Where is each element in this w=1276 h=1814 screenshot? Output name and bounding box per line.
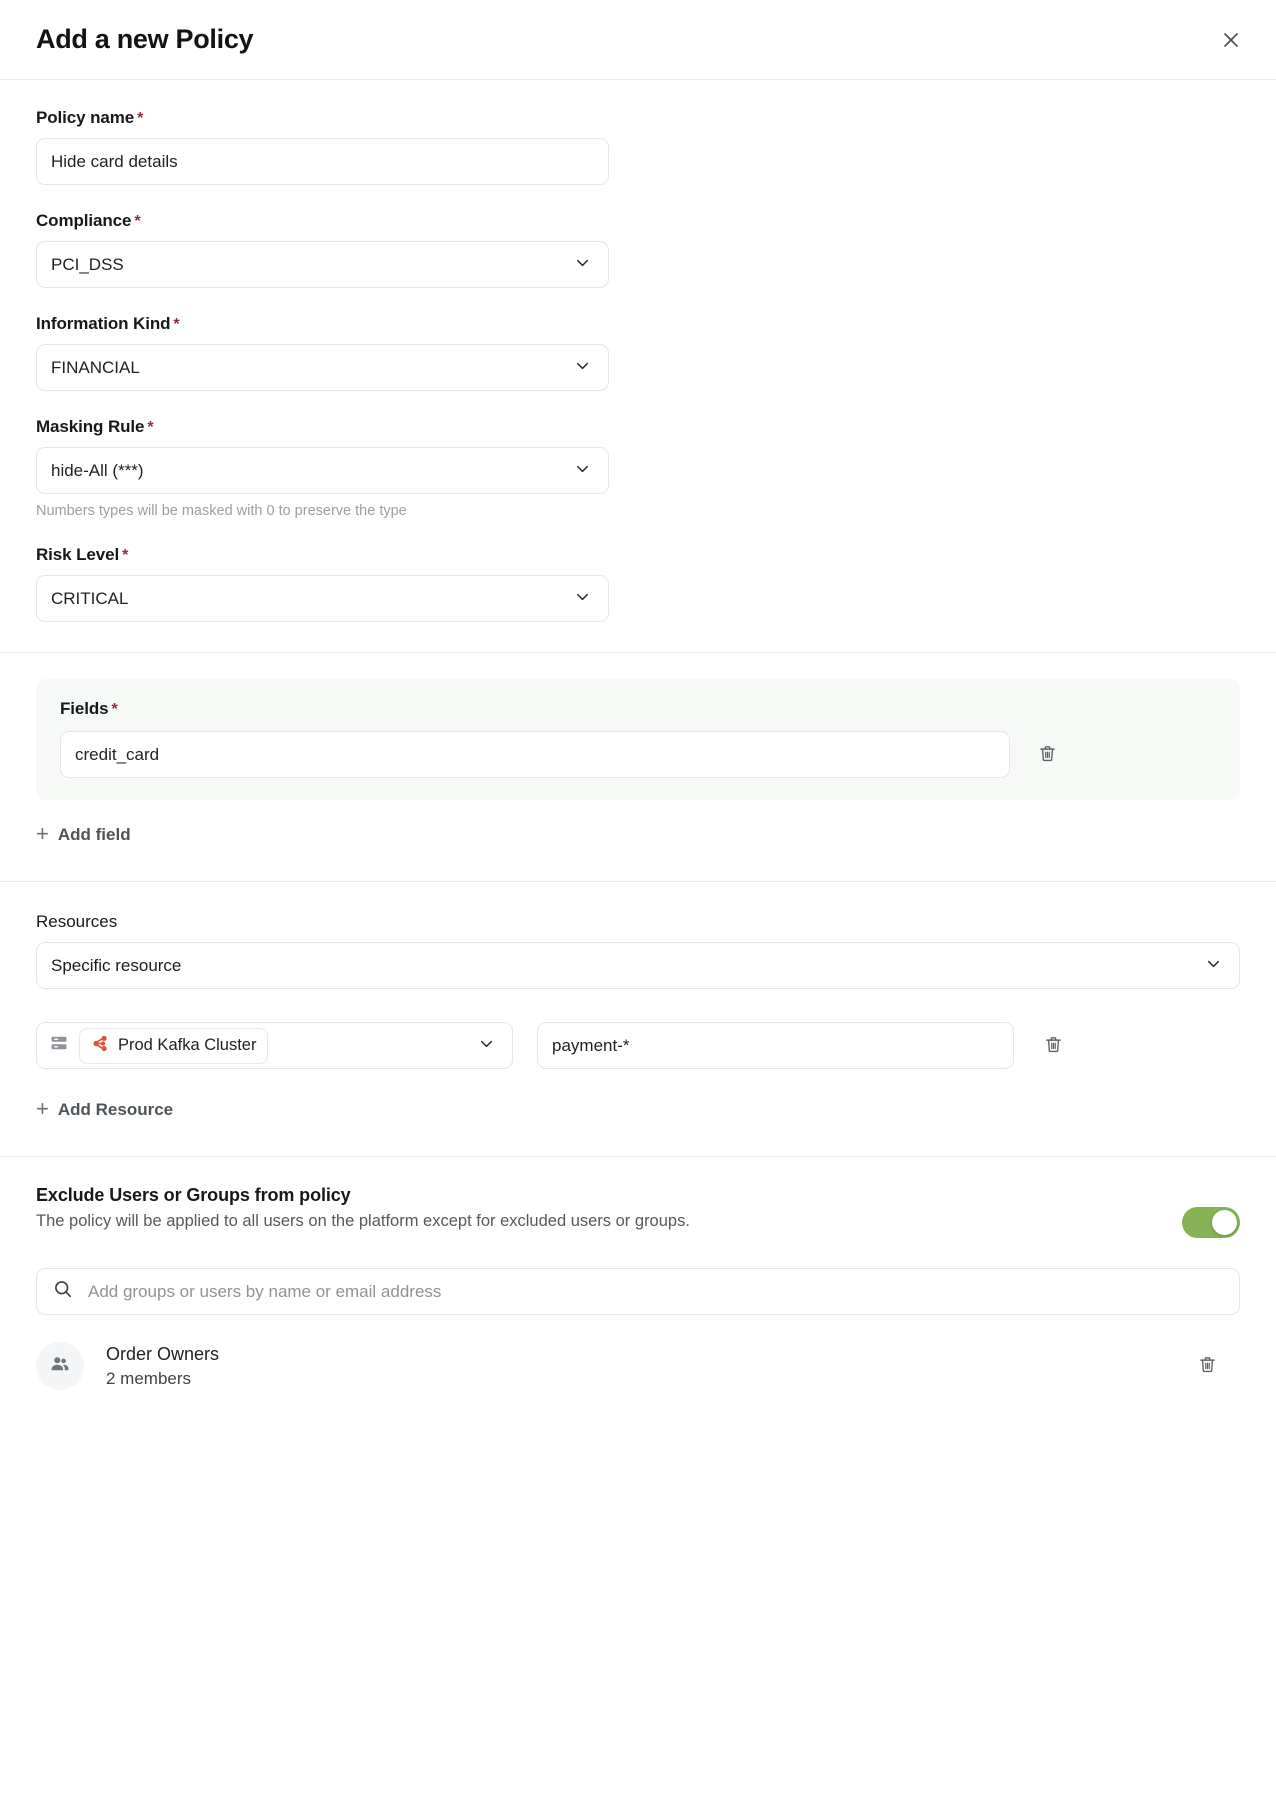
trash-icon (1043, 1034, 1064, 1058)
resource-chip[interactable]: Prod Kafka Cluster (79, 1027, 269, 1064)
masking-rule-value: hide-All (***) (51, 460, 144, 480)
fields-section: Fields * credit_card + Add field (0, 652, 1276, 881)
information-kind-value: FINANCIAL (51, 357, 140, 377)
field-row: credit_card (60, 731, 1216, 778)
required-asterisk: * (122, 547, 129, 564)
add-field-button[interactable]: + Add field (36, 821, 131, 846)
resource-pattern-value: payment-* (552, 1035, 630, 1055)
exclude-title: Exclude Users or Groups from policy (36, 1185, 351, 1205)
group-people-icon (48, 1352, 72, 1381)
resource-chip-label: Prod Kafka Cluster (118, 1036, 257, 1054)
fields-label: Fields * (60, 699, 118, 718)
required-asterisk: * (134, 213, 141, 230)
chevron-down-icon (1204, 954, 1223, 978)
list-item: Order Owners 2 members (36, 1341, 1240, 1392)
exclude-toggle[interactable] (1182, 1207, 1240, 1238)
policy-name-block: Policy name * Hide card details (36, 108, 1240, 185)
required-asterisk: * (173, 316, 180, 333)
resource-pattern-input[interactable]: payment-* (537, 1022, 1014, 1069)
modal-header: Add a new Policy (0, 0, 1276, 80)
close-button[interactable] (1214, 23, 1248, 57)
required-asterisk: * (147, 419, 154, 436)
masking-rule-helper-text: Numbers types will be masked with 0 to p… (36, 503, 407, 519)
exclude-header: Exclude Users or Groups from policy The … (36, 1185, 1240, 1238)
group-member-count: 2 members (106, 1369, 192, 1389)
compliance-label: Compliance * (36, 211, 141, 230)
toggle-knob (1212, 1210, 1237, 1235)
plus-icon: + (36, 821, 49, 846)
masking-rule-select[interactable]: hide-All (***) (36, 447, 609, 494)
group-name: Order Owners (106, 1344, 220, 1364)
exclude-subtitle: The policy will be applied to all users … (36, 1212, 690, 1230)
risk-level-value: CRITICAL (51, 588, 129, 608)
add-resource-label: Add Resource (57, 1100, 174, 1119)
chevron-down-icon (477, 1034, 496, 1058)
delete-resource-button[interactable] (1038, 1031, 1068, 1061)
search-input[interactable] (86, 1280, 1223, 1303)
page-title: Add a new Policy (36, 24, 254, 54)
exclude-text-group: Exclude Users or Groups from policy The … (36, 1185, 690, 1231)
policy-name-input[interactable]: Hide card details (36, 138, 609, 185)
resources-section: Resources Specific resource Prod Kafka C… (0, 881, 1276, 1156)
policy-name-label: Policy name * (36, 108, 144, 127)
search-icon (53, 1279, 73, 1304)
compliance-value: PCI_DSS (51, 254, 124, 274)
avatar (36, 1342, 84, 1391)
exclude-users-section: Exclude Users or Groups from policy The … (0, 1156, 1276, 1422)
field-name-input[interactable]: credit_card (60, 731, 1010, 778)
trash-icon (1197, 1354, 1218, 1378)
field-name-value: credit_card (75, 744, 160, 764)
group-meta: Order Owners 2 members (106, 1341, 1170, 1392)
kafka-icon (91, 1034, 110, 1058)
compliance-block: Compliance * PCI_DSS (36, 211, 1240, 288)
resource-row: Prod Kafka Cluster payment-* (36, 1022, 1240, 1069)
policy-name-value: Hide card details (51, 151, 178, 171)
policy-details-section: Policy name * Hide card details Complianc… (0, 80, 1276, 652)
risk-level-label: Risk Level * (36, 545, 129, 564)
resource-source-select[interactable]: Prod Kafka Cluster (36, 1022, 513, 1069)
resource-scope-select[interactable]: Specific resource (36, 942, 1240, 989)
exclude-search-box[interactable] (36, 1268, 1240, 1315)
close-icon (1221, 30, 1241, 50)
fields-panel: Fields * credit_card (36, 679, 1240, 800)
information-kind-label: Information Kind * (36, 314, 180, 333)
plus-icon: + (36, 1096, 49, 1121)
resources-label: Resources (36, 912, 118, 931)
server-stack-icon (49, 1033, 69, 1058)
information-kind-select[interactable]: FINANCIAL (36, 344, 609, 391)
add-field-label: Add field (57, 825, 131, 844)
masking-rule-label: Masking Rule * (36, 417, 154, 436)
resource-scope-value: Specific resource (51, 955, 182, 975)
delete-field-button[interactable] (1032, 740, 1062, 770)
masking-rule-block: Masking Rule * hide-All (***) Numbers typ… (36, 417, 1240, 519)
required-asterisk: * (111, 701, 118, 718)
risk-level-block: Risk Level * CRITICAL (36, 545, 1240, 622)
risk-level-select[interactable]: CRITICAL (36, 575, 609, 622)
required-asterisk: * (137, 110, 144, 127)
trash-icon (1037, 743, 1058, 767)
delete-group-button[interactable] (1192, 1351, 1222, 1381)
information-kind-block: Information Kind * FINANCIAL (36, 314, 1240, 391)
compliance-select[interactable]: PCI_DSS (36, 241, 609, 288)
add-resource-button[interactable]: + Add Resource (36, 1096, 174, 1121)
